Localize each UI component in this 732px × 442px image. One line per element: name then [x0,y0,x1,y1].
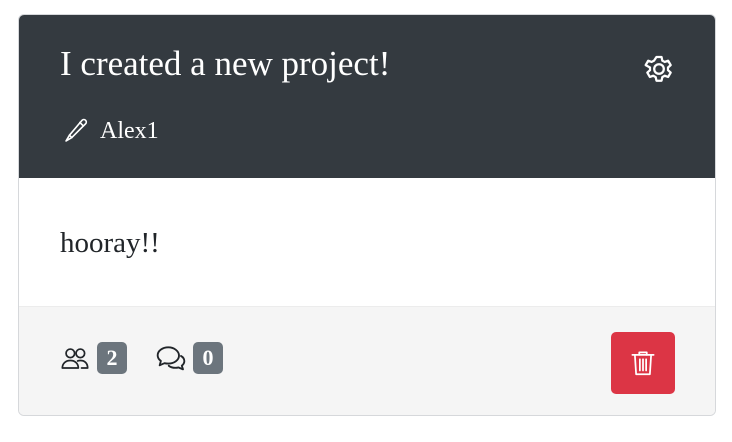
settings-button[interactable] [641,51,677,87]
post-card: I created a new project! Alex1 hooray!! [18,14,716,416]
gear-icon [644,55,672,82]
chat-bubbles-icon [155,342,187,374]
card-footer: 2 0 [19,306,715,415]
people-icon [59,342,91,374]
members-count-badge: 2 [97,342,127,374]
post-title: I created a new project! [60,44,391,83]
author-line: Alex1 [62,115,159,147]
comments-stat: 0 [155,342,223,374]
delete-button[interactable] [611,332,675,394]
post-body: hooray!! [60,227,160,259]
pencil-icon [62,117,90,145]
card-body: hooray!! [19,178,715,306]
comments-count-badge: 0 [193,342,223,374]
card-header: I created a new project! Alex1 [19,15,715,178]
members-stat: 2 [59,342,127,374]
author-name: Alex1 [100,118,159,144]
trash-icon [631,351,655,376]
